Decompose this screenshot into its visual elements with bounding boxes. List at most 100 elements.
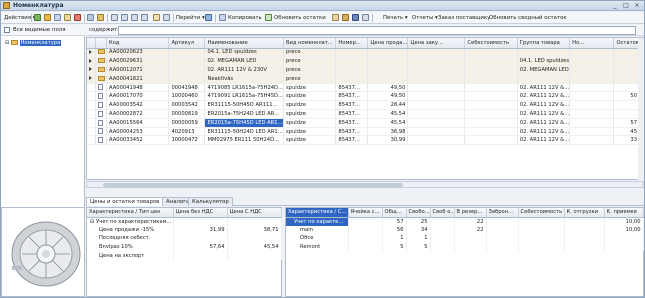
table-cell[interactable]: AA00020623	[106, 48, 170, 58]
stock-cell[interactable]	[518, 225, 565, 235]
help-icon[interactable]	[205, 14, 212, 21]
table-cell[interactable]: 57	[613, 118, 640, 128]
col-header[interactable]: Номер...	[335, 38, 369, 49]
warehouse-cell[interactable]: Учет по характе...	[286, 217, 349, 226]
price-cell[interactable]: 31,99	[173, 225, 228, 235]
table-cell[interactable]	[613, 48, 640, 58]
edit-icon[interactable]	[64, 14, 71, 21]
stock-cell[interactable]	[518, 242, 565, 252]
table-row[interactable]: Bnvīpas 10% 57,64 45,54	[87, 242, 282, 252]
table-cell[interactable]: 30,99	[367, 135, 409, 146]
table-cell[interactable]	[517, 74, 571, 84]
table-cell[interactable]: 02. AR111 12V &...	[517, 91, 571, 102]
table-cell[interactable]	[407, 48, 466, 58]
table-row[interactable]: Цена продажи -15% 31,99 38,71	[87, 225, 282, 235]
table-cell[interactable]: 04.1. LED spuldzes	[204, 48, 284, 58]
warehouse-cell[interactable]: Remont	[286, 242, 349, 252]
table-cell[interactable]: AA00002872	[106, 109, 170, 119]
stock-cell[interactable]	[486, 225, 519, 235]
settings-icon[interactable]	[362, 14, 369, 21]
table-cell[interactable]	[367, 48, 409, 58]
col-header[interactable]: Группа товара	[517, 38, 571, 49]
table-cell[interactable]: 45	[613, 127, 640, 137]
refresh-icon[interactable]	[163, 14, 170, 21]
table-cell[interactable]: 4719091 LR1615a-75H45D...	[204, 91, 284, 102]
col-header[interactable]: Наименование	[204, 38, 284, 49]
col-header[interactable]: Остаток	[613, 38, 640, 49]
col-header[interactable]: Вид номенклат...	[283, 38, 337, 49]
stock-cell[interactable]: 1	[382, 234, 407, 243]
table-cell[interactable]: 49,50	[367, 91, 409, 102]
stock-cell[interactable]	[486, 234, 519, 243]
sort-icon[interactable]	[141, 14, 148, 21]
table-cell[interactable]: 02. AR111 12V & 230V	[204, 65, 284, 75]
table-cell[interactable]	[335, 56, 369, 67]
price-cell[interactable]	[173, 234, 228, 243]
table-row[interactable]: AA00003542 00003542 ER31115-50H45D AR111..…	[87, 100, 643, 111]
table-cell[interactable]	[569, 100, 615, 111]
table-row[interactable]: AA00017070 10000460 4719091 LR1615a-75H45D…	[87, 91, 643, 102]
table-row[interactable]: AA00002872 00000819 ER2015a-75H24D LED AR.…	[87, 109, 643, 119]
table-cell[interactable]	[569, 74, 615, 84]
stock-cell[interactable]	[454, 242, 487, 252]
table-cell[interactable]: spuldze	[283, 100, 337, 111]
copy-button[interactable]: Копировать	[228, 13, 262, 23]
table-cell[interactable]: MM02975 ER111 50H24D...	[204, 135, 284, 146]
table-cell[interactable]	[168, 56, 206, 67]
hierarchy-icon[interactable]	[87, 14, 94, 21]
table-cell[interactable]: AA00041821	[106, 74, 170, 84]
stock-cell[interactable]: 56	[382, 225, 407, 235]
table-cell[interactable]: prece	[283, 74, 337, 84]
table-cell[interactable]	[335, 48, 369, 58]
warehouse-cell[interactable]: Ofice	[286, 234, 349, 243]
price-cell[interactable]	[173, 251, 228, 260]
table-cell[interactable]: 85437...	[335, 109, 369, 119]
table-cell[interactable]: 33	[613, 135, 640, 146]
table-cell[interactable]: 10000472	[168, 135, 206, 146]
stock-cell[interactable]: 5	[406, 242, 431, 252]
table-cell[interactable]	[168, 65, 206, 75]
table-cell[interactable]: 00000059	[168, 118, 206, 128]
table-cell[interactable]: ER31115-50H24D LED AR1...	[204, 127, 284, 137]
stock-cell[interactable]	[604, 234, 644, 243]
stock-cell[interactable]	[564, 225, 605, 235]
cancel-filter-icon[interactable]	[131, 14, 138, 21]
col-header[interactable]: Цена С НДС	[227, 208, 282, 218]
table-cell[interactable]	[464, 83, 518, 93]
stock-cell[interactable]	[518, 217, 565, 226]
table-cell[interactable]: 85437...	[335, 100, 369, 111]
price-type-cell[interactable]: Цена на экспорт	[87, 251, 174, 260]
table-cell[interactable]	[464, 65, 518, 75]
table-cell[interactable]	[569, 91, 615, 102]
reports-menu[interactable]: Отчеты ▾	[412, 13, 438, 23]
col-header[interactable]: Цена прода...	[367, 38, 409, 49]
table-cell[interactable]	[613, 100, 640, 111]
table-cell[interactable]	[517, 48, 571, 58]
col-header[interactable]: В резер...	[454, 208, 487, 218]
table-row[interactable]: AA00020623 04.1. LED spuldzes prece	[87, 48, 643, 58]
stock-cell[interactable]	[454, 234, 487, 243]
table-row[interactable]: Учет по характе... 57 25 22 10,00	[286, 217, 644, 226]
table-row[interactable]: AA00029631 02. MEGAMAN LED prece 04.1. LED …	[87, 56, 643, 67]
table-cell[interactable]: 02. AR111 12V &...	[517, 109, 571, 119]
table-cell[interactable]: spuldze	[283, 118, 337, 128]
table-cell[interactable]	[613, 109, 640, 119]
table-cell[interactable]: ER31115-50H45D AR111...	[204, 100, 284, 111]
table-cell[interactable]	[464, 127, 518, 137]
stock-cell[interactable]: 10,00	[604, 217, 644, 226]
table-cell[interactable]: prece	[283, 65, 337, 75]
table-cell[interactable]: 02. MEGAMAN LED	[517, 65, 571, 75]
table-cell[interactable]: 02. AR111 12V &...	[517, 135, 571, 146]
table-cell[interactable]: spuldze	[283, 83, 337, 93]
price-cell[interactable]: 45,54	[227, 242, 282, 252]
table-cell[interactable]: spuldze	[283, 109, 337, 119]
table-cell[interactable]	[569, 135, 615, 146]
search-input[interactable]	[118, 26, 636, 35]
stock-cell[interactable]	[348, 234, 383, 243]
stock-cell[interactable]: 57	[382, 217, 407, 226]
copy-icon[interactable]	[54, 14, 61, 21]
table-cell[interactable]: 28,44	[367, 100, 409, 111]
table-cell[interactable]	[464, 74, 518, 84]
find-icon[interactable]	[153, 14, 160, 21]
stock-cell[interactable]	[430, 242, 455, 252]
